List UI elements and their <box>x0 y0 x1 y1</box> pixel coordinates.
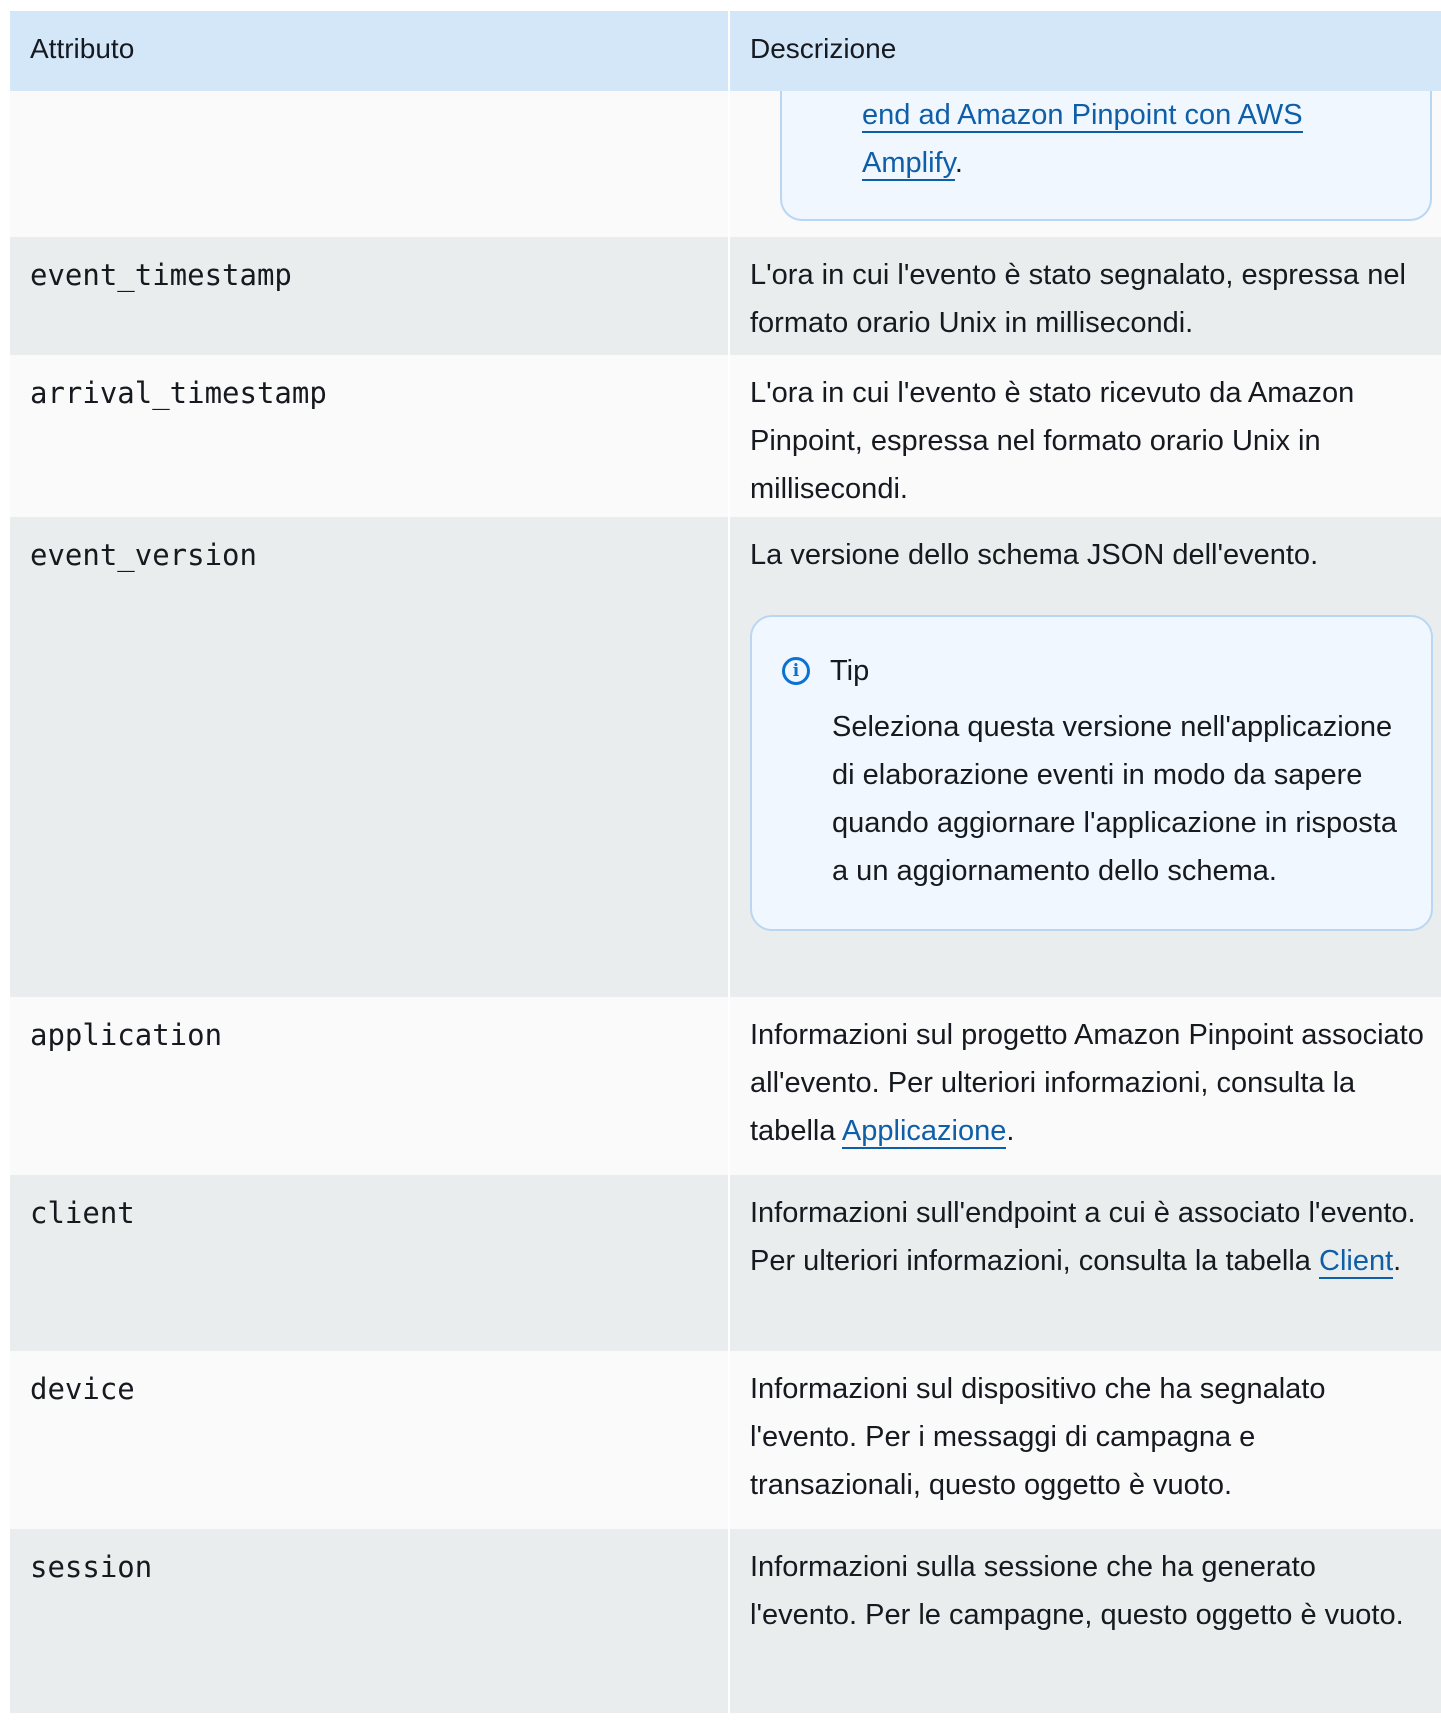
attributes-table: Attributo Descrizione end ad Amazon Pinp… <box>10 11 1441 1713</box>
description-cell: L'ora in cui l'evento è stato segnalato,… <box>728 237 1441 355</box>
attribute-cell: client <box>30 1196 135 1230</box>
description-cell: Informazioni sul dispositivo che ha segn… <box>728 1351 1441 1529</box>
table-row: session Informazioni sulla sessione che … <box>10 1529 1441 1713</box>
column-header-description: Descrizione <box>728 11 1441 91</box>
attribute-cell: arrival_timestamp <box>30 376 327 410</box>
description-suffix: . <box>1393 1245 1402 1277</box>
description-cell: La versione dello schema JSON dell'event… <box>728 517 1441 997</box>
note-box-continued: end ad Amazon Pinpoint con AWS Amplify. <box>780 91 1432 221</box>
description-cell: Informazioni sul progetto Amazon Pinpoin… <box>728 997 1441 1175</box>
table-row: arrival_timestamp L'ora in cui l'evento … <box>10 355 1441 517</box>
application-link[interactable]: Applicazione <box>841 1115 1007 1149</box>
attribute-cell: event_version <box>30 538 257 572</box>
attribute-cell: session <box>30 1550 153 1584</box>
description-cell: Informazioni sulla sessione che ha gener… <box>728 1529 1441 1713</box>
tip-body: Seleziona questa versione nell'applicazi… <box>832 711 1397 887</box>
tip-box: i Tip Seleziona questa versione nell'app… <box>750 615 1433 931</box>
attribute-cell: application <box>30 1018 223 1052</box>
description-suffix: . <box>1006 1115 1015 1147</box>
client-link[interactable]: Client <box>1319 1245 1394 1279</box>
tip-title: Tip <box>830 654 870 687</box>
amplify-link[interactable]: end ad Amazon Pinpoint con AWS Amplify <box>862 99 1303 181</box>
attribute-cell: device <box>30 1372 135 1406</box>
table-row: device Informazioni sul dispositivo che … <box>10 1351 1441 1529</box>
table-row: event_version La versione dello schema J… <box>10 517 1441 997</box>
description-text: La versione dello schema JSON dell'event… <box>750 539 1319 571</box>
description-cell: Informazioni sull'endpoint a cui è assoc… <box>728 1175 1441 1351</box>
attribute-cell <box>10 91 728 237</box>
table-row: event_timestamp L'ora in cui l'evento è … <box>10 237 1441 355</box>
table-row: end ad Amazon Pinpoint con AWS Amplify. <box>10 91 1441 237</box>
column-header-attribute: Attributo <box>30 33 135 64</box>
table-row: client Informazioni sull'endpoint a cui … <box>10 1175 1441 1351</box>
table-header-row: Attributo Descrizione <box>10 11 1441 91</box>
table-row: application Informazioni sul progetto Am… <box>10 997 1441 1175</box>
description-text: Informazioni sull'endpoint a cui è assoc… <box>750 1197 1416 1277</box>
info-icon: i <box>782 657 810 685</box>
note-suffix: . <box>954 147 963 179</box>
attribute-cell: event_timestamp <box>30 258 292 292</box>
tip-header: i Tip <box>782 651 1411 691</box>
description-cell: L'ora in cui l'evento è stato ricevuto d… <box>728 355 1441 517</box>
